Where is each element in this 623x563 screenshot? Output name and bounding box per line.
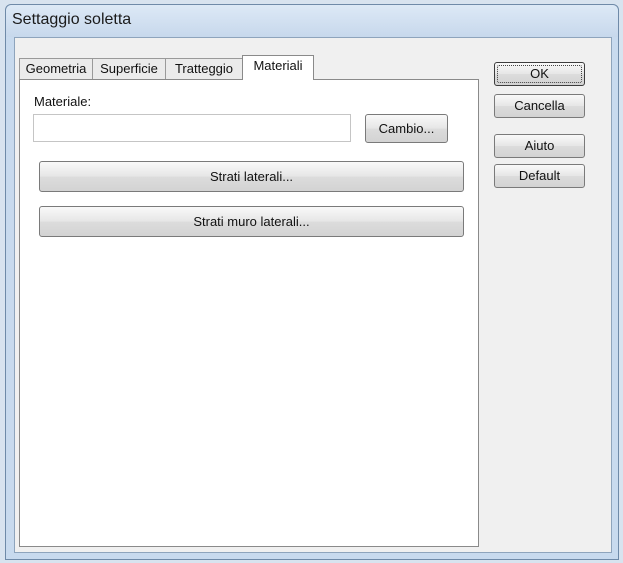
tab-superficie[interactable]: Superficie: [92, 58, 166, 79]
material-label: Materiale:: [34, 94, 92, 109]
tab-tratteggio[interactable]: Tratteggio: [165, 58, 243, 79]
help-button[interactable]: Aiuto: [494, 134, 585, 158]
focus-rectangle: [497, 65, 582, 83]
ok-button[interactable]: OK: [494, 62, 585, 86]
change-material-button[interactable]: Cambio...: [365, 114, 448, 143]
tab-materiali[interactable]: Materiali: [242, 55, 314, 80]
dialog-client-area: Geometria Superficie Tratteggio Material…: [14, 37, 612, 553]
window-title: Settaggio soletta: [12, 11, 132, 28]
dialog-window: Settaggio soletta Geometria Superficie T…: [5, 4, 619, 560]
cancel-button[interactable]: Cancella: [494, 94, 585, 118]
tab-geometria[interactable]: Geometria: [19, 58, 93, 79]
title-bar[interactable]: Settaggio soletta: [6, 5, 618, 37]
wall-side-layers-button[interactable]: Strati muro laterali...: [39, 206, 464, 237]
material-field[interactable]: [33, 114, 351, 142]
side-layers-button[interactable]: Strati laterali...: [39, 161, 464, 192]
default-button[interactable]: Default: [494, 164, 585, 188]
materials-panel: Materiale: Cambio... Strati laterali... …: [19, 79, 479, 547]
